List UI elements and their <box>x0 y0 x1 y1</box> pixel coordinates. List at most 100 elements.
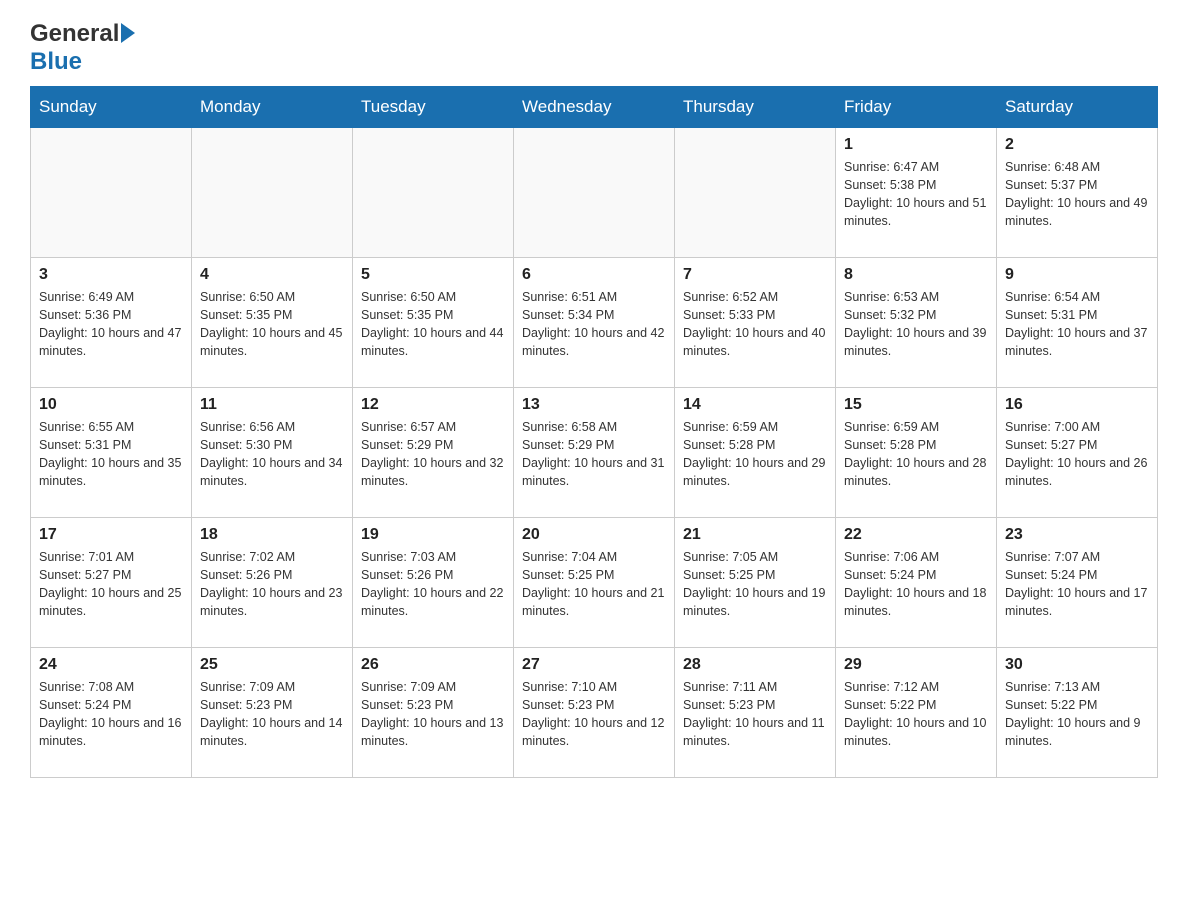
calendar-cell: 14Sunrise: 6:59 AM Sunset: 5:28 PM Dayli… <box>675 388 836 518</box>
day-info: Sunrise: 6:59 AM Sunset: 5:28 PM Dayligh… <box>683 418 827 491</box>
day-number: 12 <box>361 396 505 414</box>
calendar-cell: 2Sunrise: 6:48 AM Sunset: 5:37 PM Daylig… <box>997 128 1158 258</box>
day-info: Sunrise: 7:13 AM Sunset: 5:22 PM Dayligh… <box>1005 678 1149 751</box>
day-info: Sunrise: 6:59 AM Sunset: 5:28 PM Dayligh… <box>844 418 988 491</box>
logo-blue-text: Blue <box>30 48 82 75</box>
day-number: 20 <box>522 526 666 544</box>
calendar-cell: 10 Sunrise: 6:55 AM Sunset: 5:31 PM Dayli… <box>31 388 192 518</box>
calendar-week-row: 17 Sunrise: 7:01 AM Sunset: 5:27 PM Dayli… <box>31 518 1158 648</box>
day-info: Sunrise: 7:03 AM Sunset: 5:26 PM Dayligh… <box>361 548 505 621</box>
day-number: 21 <box>683 526 827 544</box>
calendar-cell: 25 Sunrise: 7:09 AM Sunset: 5:23 PM Dayli… <box>192 648 353 778</box>
calendar-cell: 20 Sunrise: 7:04 AM Sunset: 5:25 PM Dayli… <box>514 518 675 648</box>
day-number: 19 <box>361 526 505 544</box>
day-number: 15 <box>844 396 988 414</box>
calendar-cell: 3 Sunrise: 6:49 AM Sunset: 5:36 PM Daylig… <box>31 258 192 388</box>
day-info: Sunrise: 7:09 AM Sunset: 5:23 PM Dayligh… <box>200 678 344 751</box>
day-info: Sunrise: 7:00 AM Sunset: 5:27 PM Dayligh… <box>1005 418 1149 491</box>
day-number: 23 <box>1005 526 1149 544</box>
calendar-cell: 16Sunrise: 7:00 AM Sunset: 5:27 PM Dayli… <box>997 388 1158 518</box>
day-number: 17 <box>39 526 183 544</box>
day-info: Sunrise: 7:01 AM Sunset: 5:27 PM Dayligh… <box>39 548 183 621</box>
calendar-cell: 13Sunrise: 6:58 AM Sunset: 5:29 PM Dayli… <box>514 388 675 518</box>
day-info: Sunrise: 7:06 AM Sunset: 5:24 PM Dayligh… <box>844 548 988 621</box>
day-number: 3 <box>39 266 183 284</box>
day-info: Sunrise: 6:53 AM Sunset: 5:32 PM Dayligh… <box>844 288 988 361</box>
calendar-cell: 23 Sunrise: 7:07 AM Sunset: 5:24 PM Dayli… <box>997 518 1158 648</box>
day-info: Sunrise: 7:12 AM Sunset: 5:22 PM Dayligh… <box>844 678 988 751</box>
calendar-cell: 17 Sunrise: 7:01 AM Sunset: 5:27 PM Dayli… <box>31 518 192 648</box>
day-number: 28 <box>683 656 827 674</box>
day-info: Sunrise: 7:10 AM Sunset: 5:23 PM Dayligh… <box>522 678 666 751</box>
calendar-header-thursday: Thursday <box>675 87 836 128</box>
day-number: 6 <box>522 266 666 284</box>
day-info: Sunrise: 6:47 AM Sunset: 5:38 PM Dayligh… <box>844 158 988 231</box>
calendar-cell: 24 Sunrise: 7:08 AM Sunset: 5:24 PM Dayli… <box>31 648 192 778</box>
calendar-cell: 8 Sunrise: 6:53 AM Sunset: 5:32 PM Daylig… <box>836 258 997 388</box>
day-number: 25 <box>200 656 344 674</box>
day-number: 27 <box>522 656 666 674</box>
calendar-cell: 21Sunrise: 7:05 AM Sunset: 5:25 PM Dayli… <box>675 518 836 648</box>
calendar-header-tuesday: Tuesday <box>353 87 514 128</box>
calendar-cell: 29 Sunrise: 7:12 AM Sunset: 5:22 PM Dayli… <box>836 648 997 778</box>
day-number: 18 <box>200 526 344 544</box>
day-number: 4 <box>200 266 344 284</box>
calendar-cell: 30 Sunrise: 7:13 AM Sunset: 5:22 PM Dayli… <box>997 648 1158 778</box>
day-info: Sunrise: 7:11 AM Sunset: 5:23 PM Dayligh… <box>683 678 827 751</box>
calendar-cell: 22 Sunrise: 7:06 AM Sunset: 5:24 PM Dayli… <box>836 518 997 648</box>
day-info: Sunrise: 7:07 AM Sunset: 5:24 PM Dayligh… <box>1005 548 1149 621</box>
day-info: Sunrise: 7:02 AM Sunset: 5:26 PM Dayligh… <box>200 548 344 621</box>
calendar-header-row: SundayMondayTuesdayWednesdayThursdayFrid… <box>31 87 1158 128</box>
day-info: Sunrise: 6:50 AM Sunset: 5:35 PM Dayligh… <box>200 288 344 361</box>
day-number: 10 <box>39 396 183 414</box>
day-number: 26 <box>361 656 505 674</box>
day-number: 29 <box>844 656 988 674</box>
calendar-cell: 4 Sunrise: 6:50 AM Sunset: 5:35 PM Daylig… <box>192 258 353 388</box>
logo-general-text: General <box>30 20 119 48</box>
calendar-header-monday: Monday <box>192 87 353 128</box>
calendar-cell: 1Sunrise: 6:47 AM Sunset: 5:38 PM Daylig… <box>836 128 997 258</box>
logo: General Blue <box>30 20 135 76</box>
day-number: 24 <box>39 656 183 674</box>
calendar-cell: 12 Sunrise: 6:57 AM Sunset: 5:29 PM Dayli… <box>353 388 514 518</box>
day-number: 5 <box>361 266 505 284</box>
calendar-cell: 18 Sunrise: 7:02 AM Sunset: 5:26 PM Dayli… <box>192 518 353 648</box>
day-info: Sunrise: 6:49 AM Sunset: 5:36 PM Dayligh… <box>39 288 183 361</box>
day-info: Sunrise: 6:52 AM Sunset: 5:33 PM Dayligh… <box>683 288 827 361</box>
calendar-cell: 6 Sunrise: 6:51 AM Sunset: 5:34 PM Daylig… <box>514 258 675 388</box>
calendar-cell: 11 Sunrise: 6:56 AM Sunset: 5:30 PM Dayli… <box>192 388 353 518</box>
day-number: 30 <box>1005 656 1149 674</box>
calendar-header-saturday: Saturday <box>997 87 1158 128</box>
day-number: 22 <box>844 526 988 544</box>
calendar-week-row: 3 Sunrise: 6:49 AM Sunset: 5:36 PM Daylig… <box>31 258 1158 388</box>
day-info: Sunrise: 6:48 AM Sunset: 5:37 PM Dayligh… <box>1005 158 1149 231</box>
calendar-cell <box>192 128 353 258</box>
calendar-cell: 7 Sunrise: 6:52 AM Sunset: 5:33 PM Daylig… <box>675 258 836 388</box>
day-number: 7 <box>683 266 827 284</box>
calendar-cell: 28 Sunrise: 7:11 AM Sunset: 5:23 PM Dayli… <box>675 648 836 778</box>
day-info: Sunrise: 6:58 AM Sunset: 5:29 PM Dayligh… <box>522 418 666 491</box>
day-info: Sunrise: 6:50 AM Sunset: 5:35 PM Dayligh… <box>361 288 505 361</box>
calendar-cell: 26 Sunrise: 7:09 AM Sunset: 5:23 PM Dayli… <box>353 648 514 778</box>
calendar-cell: 19 Sunrise: 7:03 AM Sunset: 5:26 PM Dayli… <box>353 518 514 648</box>
calendar-week-row: 1Sunrise: 6:47 AM Sunset: 5:38 PM Daylig… <box>31 128 1158 258</box>
day-info: Sunrise: 6:51 AM Sunset: 5:34 PM Dayligh… <box>522 288 666 361</box>
day-info: Sunrise: 6:54 AM Sunset: 5:31 PM Dayligh… <box>1005 288 1149 361</box>
calendar-cell: 5 Sunrise: 6:50 AM Sunset: 5:35 PM Daylig… <box>353 258 514 388</box>
day-info: Sunrise: 7:08 AM Sunset: 5:24 PM Dayligh… <box>39 678 183 751</box>
calendar-week-row: 10 Sunrise: 6:55 AM Sunset: 5:31 PM Dayli… <box>31 388 1158 518</box>
calendar-week-row: 24 Sunrise: 7:08 AM Sunset: 5:24 PM Dayli… <box>31 648 1158 778</box>
day-info: Sunrise: 6:55 AM Sunset: 5:31 PM Dayligh… <box>39 418 183 491</box>
calendar-header-friday: Friday <box>836 87 997 128</box>
calendar-cell: 15 Sunrise: 6:59 AM Sunset: 5:28 PM Dayli… <box>836 388 997 518</box>
day-info: Sunrise: 7:09 AM Sunset: 5:23 PM Dayligh… <box>361 678 505 751</box>
calendar-cell <box>675 128 836 258</box>
calendar-header-sunday: Sunday <box>31 87 192 128</box>
day-number: 8 <box>844 266 988 284</box>
calendar-table: SundayMondayTuesdayWednesdayThursdayFrid… <box>30 86 1158 778</box>
day-number: 11 <box>200 396 344 414</box>
day-info: Sunrise: 6:57 AM Sunset: 5:29 PM Dayligh… <box>361 418 505 491</box>
page-header: General Blue <box>30 20 1158 76</box>
day-info: Sunrise: 7:04 AM Sunset: 5:25 PM Dayligh… <box>522 548 666 621</box>
day-info: Sunrise: 6:56 AM Sunset: 5:30 PM Dayligh… <box>200 418 344 491</box>
